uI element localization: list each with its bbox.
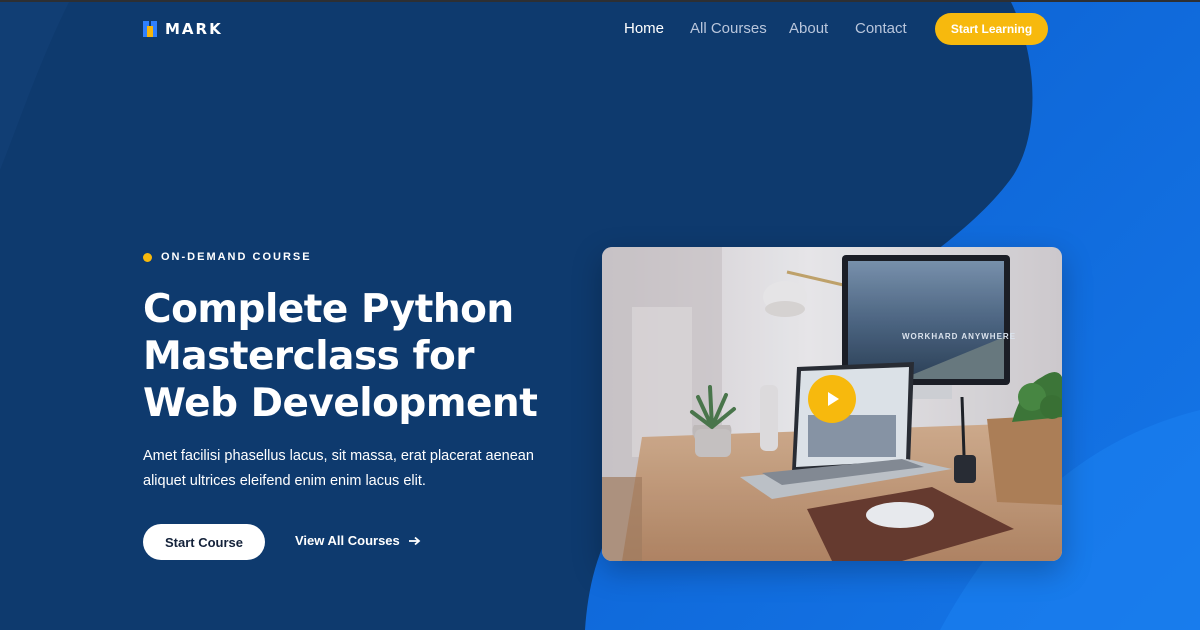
title-line-1: Complete Python xyxy=(143,287,514,332)
tagline-text: ON-DEMAND COURSE xyxy=(161,251,312,263)
start-course-button[interactable]: Start Course xyxy=(143,524,265,560)
brand-logo[interactable]: MARK xyxy=(143,20,223,38)
play-button[interactable] xyxy=(808,375,856,423)
play-icon xyxy=(828,392,839,406)
nav-contact-link[interactable]: Contact xyxy=(855,20,907,37)
nav-home-link[interactable]: Home xyxy=(624,20,664,37)
title-line-2: Masterclass for xyxy=(143,334,474,379)
nav-all-courses-link[interactable]: All Courses xyxy=(690,20,767,37)
page-title: Complete Python Masterclass for Web Deve… xyxy=(143,286,583,427)
course-video-preview[interactable]: WORKHARD ANYWHERE xyxy=(602,247,1062,561)
top-navbar: MARK Home All Courses About Contact Star… xyxy=(0,0,1200,58)
arrow-right-icon xyxy=(408,536,421,545)
logo-icon xyxy=(143,21,157,37)
hero-description: Amet facilisi phasellus lacus, sit massa… xyxy=(143,448,534,489)
title-line-3: Web Development xyxy=(143,381,538,426)
nav-about-link[interactable]: About xyxy=(789,20,828,37)
brand-name: MARK xyxy=(165,20,223,38)
view-all-courses-label: View All Courses xyxy=(295,533,400,548)
tag-dot-icon xyxy=(143,252,152,262)
view-all-courses-link[interactable]: View All Courses xyxy=(295,533,421,548)
course-tagline: ON-DEMAND COURSE xyxy=(143,251,312,263)
start-learning-button[interactable]: Start Learning xyxy=(935,13,1048,45)
